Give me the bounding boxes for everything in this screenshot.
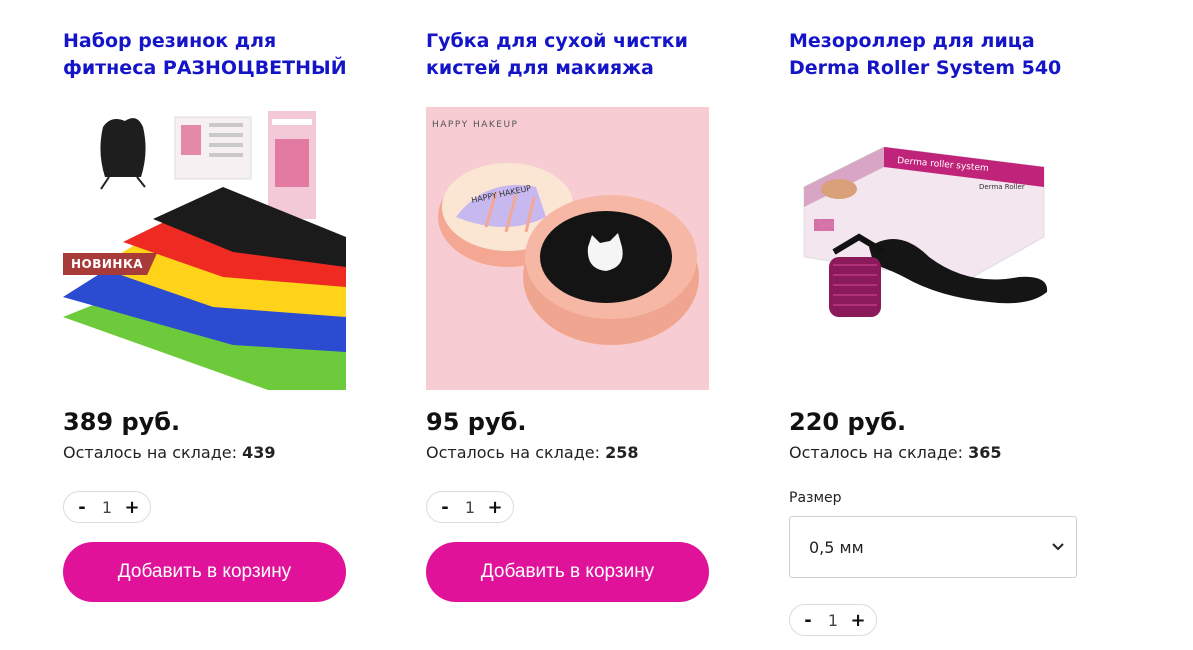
product-image[interactable]: HAPPY HAKEUP HAPPY HAKEUP xyxy=(426,107,709,390)
stock-label: Осталось на складе: xyxy=(789,443,963,462)
stock-value: 365 xyxy=(968,443,1002,462)
size-label: Размер xyxy=(789,490,842,506)
product-title-link[interactable]: Губка для сухой чистки кистей для макияж… xyxy=(426,28,716,82)
stock-label: Осталось на складе: xyxy=(426,443,600,462)
stock-info: Осталось на складе: 258 xyxy=(426,442,716,464)
quantity-value[interactable]: 1 xyxy=(465,498,475,517)
product-grid: Набор резинок для фитнеса РАЗНОЦВЕТНЫЙ Н… xyxy=(0,0,1193,650)
size-selected-value: 0,5 мм xyxy=(809,537,864,557)
decrease-button[interactable]: - xyxy=(798,610,818,631)
chevron-down-icon xyxy=(1052,540,1064,555)
decrease-button[interactable]: - xyxy=(72,497,92,518)
add-to-cart-button[interactable]: Добавить в корзину xyxy=(63,542,346,602)
stock-value: 439 xyxy=(242,443,276,462)
quantity-value[interactable]: 1 xyxy=(102,498,112,517)
product-card-derma-roller: Мезороллер для лица Derma Roller System … xyxy=(789,28,1079,636)
box-brand-text-2: Derma Roller xyxy=(979,183,1025,191)
quantity-stepper: - 1 + xyxy=(63,491,151,523)
product-card-fitness-bands: Набор резинок для фитнеса РАЗНОЦВЕТНЫЙ Н… xyxy=(63,28,353,602)
product-price: 95 руб. xyxy=(426,408,527,436)
quantity-stepper: - 1 + xyxy=(426,491,514,523)
product-image[interactable]: Derma roller system Derma Roller 540 xyxy=(789,107,1072,390)
brush-sponge-image: HAPPY HAKEUP HAPPY HAKEUP xyxy=(426,107,709,390)
product-price: 220 руб. xyxy=(789,408,907,436)
quantity-stepper: - 1 + xyxy=(789,604,877,636)
increase-button[interactable]: + xyxy=(122,497,142,518)
size-select[interactable]: 0,5 мм xyxy=(789,516,1077,578)
product-title-link[interactable]: Набор резинок для фитнеса РАЗНОЦВЕТНЫЙ xyxy=(63,28,353,82)
product-image[interactable]: НОВИНКА xyxy=(63,107,346,390)
add-to-cart-button[interactable]: Добавить в корзину xyxy=(426,542,709,602)
product-title-link[interactable]: Мезороллер для лица Derma Roller System … xyxy=(789,28,1079,82)
increase-button[interactable]: + xyxy=(848,610,868,631)
stock-value: 258 xyxy=(605,443,639,462)
image-brand-text: HAPPY HAKEUP xyxy=(432,120,518,130)
quantity-value[interactable]: 1 xyxy=(828,611,838,630)
stock-info: Осталось на складе: 365 xyxy=(789,442,1079,464)
increase-button[interactable]: + xyxy=(485,497,505,518)
decrease-button[interactable]: - xyxy=(435,497,455,518)
new-badge: НОВИНКА xyxy=(63,253,157,275)
stock-label: Осталось на складе: xyxy=(63,443,237,462)
stock-info: Осталось на складе: 439 xyxy=(63,442,353,464)
derma-roller-image: Derma roller system Derma Roller 540 xyxy=(789,107,1072,390)
product-price: 389 руб. xyxy=(63,408,181,436)
fitness-bands-image xyxy=(63,107,346,390)
product-card-brush-sponge: Губка для сухой чистки кистей для макияж… xyxy=(426,28,716,602)
